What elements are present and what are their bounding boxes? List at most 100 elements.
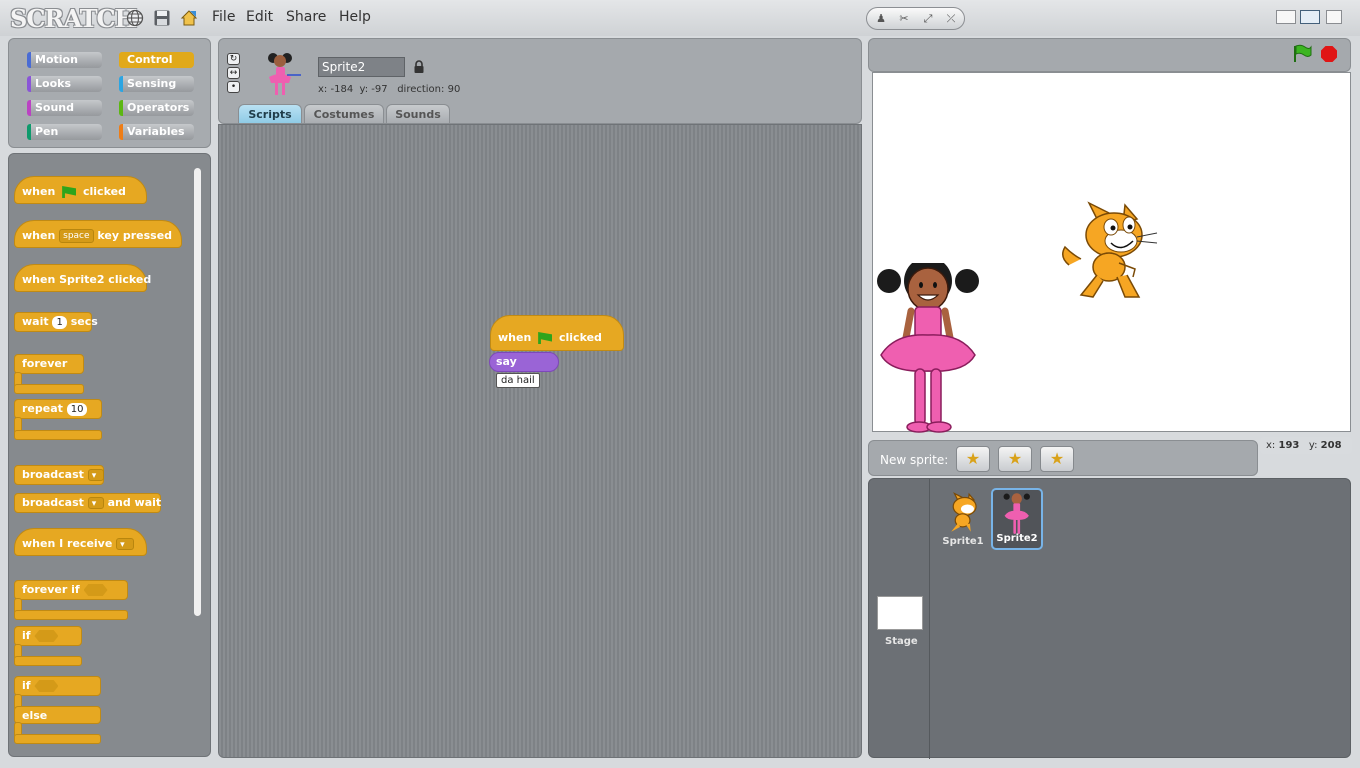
category-variables[interactable]: Variables (119, 124, 194, 140)
category-control[interactable]: Control (119, 52, 194, 68)
block-wait-secs[interactable]: wait 1 secs (14, 312, 98, 332)
block-text: if (22, 679, 31, 692)
block-text: repeat (22, 402, 63, 415)
x-value: -184 (330, 84, 354, 95)
condition-slot[interactable] (83, 584, 108, 596)
sprite-list-panel: Sprite1 Sprite2 Stage (868, 478, 1351, 759)
category-pen[interactable]: Pen (27, 124, 102, 140)
sprite2-on-stage[interactable] (875, 263, 983, 433)
flip-icon[interactable]: ↔ (227, 67, 240, 79)
block-text: broadcast (22, 468, 84, 481)
block-text: when Sprite2 clicked (22, 273, 152, 286)
block-when-flag-clicked[interactable]: when clicked (14, 176, 147, 204)
say-input[interactable]: da hail (496, 372, 540, 388)
question-star-icon: ★ (1049, 449, 1065, 468)
category-motion[interactable]: Motion (27, 52, 102, 68)
block-text: when (22, 185, 56, 198)
menu-edit[interactable]: Edit (246, 9, 273, 25)
condition-slot[interactable] (34, 680, 59, 692)
block-forever[interactable]: forever (14, 354, 84, 374)
block-repeat[interactable]: repeat 10 (14, 399, 102, 419)
broadcast-dropdown[interactable]: ▾ (87, 469, 104, 481)
repeat-input[interactable]: 10 (66, 402, 88, 416)
menu-share[interactable]: Share (286, 9, 326, 25)
sprite-position: x: -184 y: -97 direction: 90 (318, 84, 460, 95)
no-rotate-icon[interactable]: • (227, 81, 240, 93)
palette-scrollbar[interactable] (194, 168, 201, 616)
paint-star-icon: ★ (965, 449, 981, 468)
sprite-item-label: Sprite2 (996, 533, 1038, 544)
block-forever-if[interactable]: forever if (14, 580, 128, 600)
sprite-item-sprite1[interactable]: Sprite1 (937, 489, 989, 551)
x-label: x: (318, 84, 328, 95)
block-text: clicked (82, 185, 126, 198)
key-dropdown[interactable]: space (59, 229, 94, 243)
save-icon[interactable] (153, 9, 171, 27)
category-operators[interactable]: Operators (119, 100, 194, 116)
small-stage-icon[interactable] (1276, 10, 1296, 24)
stage-canvas[interactable] (872, 72, 1351, 433)
lock-icon[interactable] (412, 60, 426, 74)
green-flag-icon (62, 186, 77, 198)
scripts-area[interactable]: when clicked say da hail (218, 124, 862, 758)
forever-c-bottom (14, 384, 84, 394)
script-when-flag-clicked[interactable]: when clicked (490, 315, 624, 351)
block-text: else (22, 709, 48, 722)
stamp-icon[interactable]: ♟ (874, 12, 888, 26)
normal-stage-icon[interactable] (1300, 10, 1320, 24)
category-looks[interactable]: Looks (27, 76, 102, 92)
stop-icon[interactable] (1320, 45, 1338, 63)
stage-divider (929, 479, 930, 759)
rotate-icon[interactable]: ↻ (227, 53, 240, 65)
presentation-mode-icon[interactable] (1326, 10, 1342, 24)
stage-thumbnail[interactable] (877, 596, 923, 630)
block-when-key-pressed[interactable]: when space key pressed (14, 220, 182, 248)
choose-sprite-button[interactable]: ★ (998, 446, 1032, 472)
stage-label: Stage (885, 636, 918, 647)
scratch-logo: SCRATCH (10, 4, 137, 33)
sprite-thumbnail (268, 53, 301, 95)
condition-slot[interactable] (34, 630, 59, 642)
tab-sounds[interactable]: Sounds (386, 104, 450, 123)
script-say-block[interactable]: say da hail (489, 352, 559, 388)
surprise-sprite-button[interactable]: ★ (1040, 446, 1074, 472)
block-if[interactable]: if (14, 626, 82, 646)
block-broadcast[interactable]: broadcast ▾ (14, 465, 104, 485)
sprite-item-sprite2[interactable]: Sprite2 (991, 488, 1043, 550)
wait-input[interactable]: 1 (52, 315, 67, 329)
sprite-name-field[interactable]: Sprite2 (318, 57, 405, 77)
rotation-style-buttons: ↻ ↔ • (227, 53, 241, 93)
mouse-x-value: 193 (1278, 440, 1300, 451)
block-when-sprite-clicked[interactable]: when Sprite2 clicked (14, 264, 151, 292)
block-text: when I receive (22, 537, 113, 550)
mouse-coordinates: x: 193 y: 208 (1260, 437, 1352, 454)
scissors-icon[interactable]: ✂ (897, 12, 911, 26)
shrink-icon[interactable]: ⤫ (944, 12, 958, 26)
tab-costumes[interactable]: Costumes (304, 104, 384, 123)
globe-icon[interactable] (126, 9, 144, 27)
block-text: and wait (107, 496, 162, 509)
block-if-else[interactable]: if (14, 676, 101, 696)
category-sensing[interactable]: Sensing (119, 76, 194, 92)
y-label: y: (359, 84, 369, 95)
receive-dropdown[interactable]: ▾ (116, 538, 135, 550)
paint-new-sprite-button[interactable]: ★ (956, 446, 990, 472)
direction-label: direction: (397, 84, 445, 95)
category-sound[interactable]: Sound (27, 100, 102, 116)
menu-file[interactable]: File (212, 9, 235, 25)
block-broadcast-and-wait[interactable]: broadcast ▾ and wait (14, 493, 161, 513)
sprite2-thumbnail (1003, 493, 1030, 534)
tab-scripts[interactable]: Scripts (238, 104, 302, 123)
green-flag-icon (538, 332, 553, 344)
menu-help[interactable]: Help (339, 9, 371, 25)
block-when-i-receive[interactable]: when I receive ▾ (14, 528, 147, 556)
broadcast-wait-dropdown[interactable]: ▾ (87, 497, 104, 509)
grow-icon[interactable]: ⤢ (921, 12, 935, 26)
green-flag-icon[interactable] (1291, 44, 1313, 64)
y-value: -97 (371, 84, 388, 95)
block-text: when (498, 331, 532, 344)
sprite1-on-stage[interactable] (1059, 197, 1161, 305)
block-text: forever (22, 357, 68, 370)
share-icon[interactable] (180, 9, 198, 27)
block-palette: when clicked when space key pressed when… (8, 153, 211, 757)
